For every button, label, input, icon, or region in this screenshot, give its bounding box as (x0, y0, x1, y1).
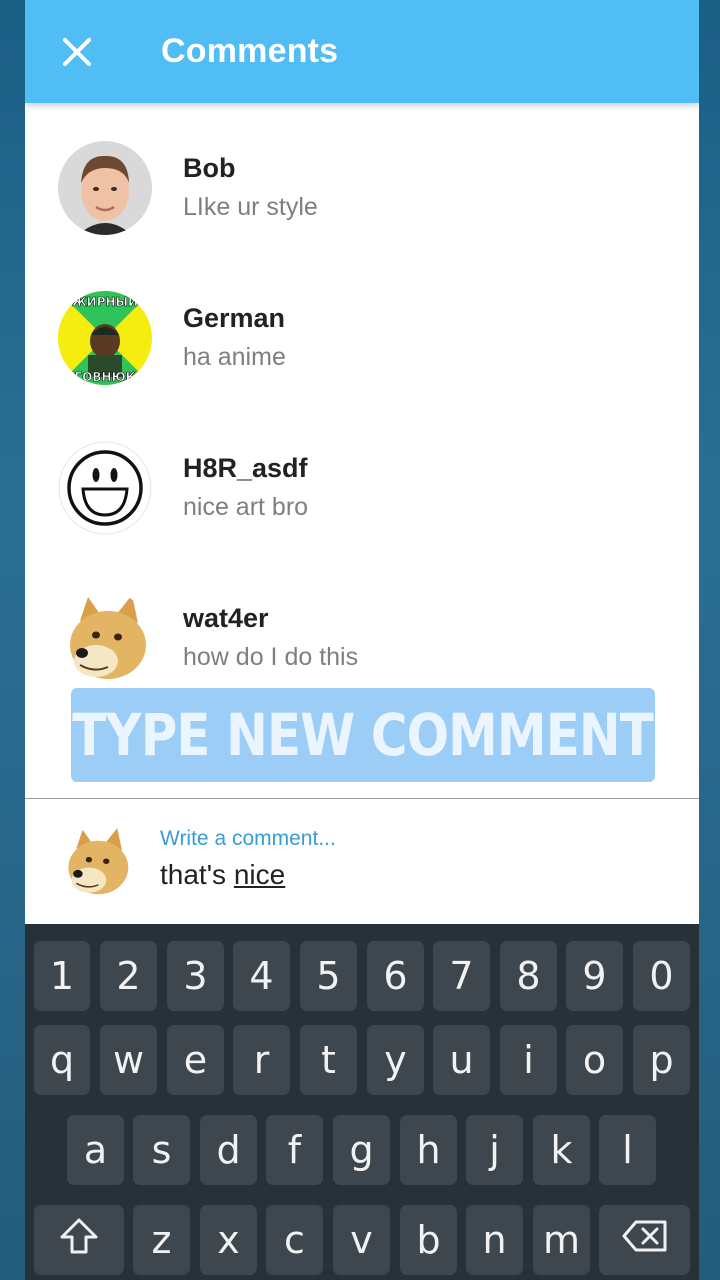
comment-input-text: that's (160, 859, 234, 890)
key-4[interactable]: 4 (233, 941, 290, 1011)
type-new-comment-banner: TYPE NEW COMMENT (71, 688, 655, 782)
app-bar: Comments (25, 0, 699, 103)
shift-icon (59, 1217, 99, 1264)
key-h[interactable]: h (400, 1115, 457, 1185)
key-x[interactable]: x (200, 1205, 257, 1275)
comment-input-current-word: nice (233, 859, 286, 890)
key-o[interactable]: o (566, 1025, 623, 1095)
key-9[interactable]: 9 (566, 941, 623, 1011)
key-e[interactable]: e (167, 1025, 224, 1095)
comment-item[interactable]: H8R_asdf nice art bro (25, 433, 699, 563)
key-u[interactable]: u (433, 1025, 490, 1095)
key-6[interactable]: 6 (367, 941, 424, 1011)
comment-input-placeholder: Write a comment... (160, 827, 336, 850)
key-a[interactable]: a (67, 1115, 124, 1185)
key-n[interactable]: n (466, 1205, 523, 1275)
comment-input[interactable]: that's nice (160, 859, 285, 891)
key-r[interactable]: r (233, 1025, 290, 1095)
key-g[interactable]: g (333, 1115, 390, 1185)
avatar (59, 823, 133, 901)
key-q[interactable]: q (34, 1025, 90, 1095)
avatar-top-text: ЖИРНЫЙ (72, 294, 138, 309)
comment-author: German (183, 303, 286, 333)
key-i[interactable]: i (500, 1025, 557, 1095)
key-v[interactable]: v (333, 1205, 390, 1275)
key-7[interactable]: 7 (433, 941, 490, 1011)
key-y[interactable]: y (367, 1025, 424, 1095)
app-screen: Comments Bob LIke ur style ЖИРНЫЙ ГОВНЮК… (25, 0, 699, 1280)
key-m[interactable]: m (533, 1205, 590, 1275)
comment-composer: Write a comment... that's nice (25, 799, 699, 924)
banner-text: TYPE NEW COMMENT (72, 701, 655, 769)
backspace-key[interactable] (599, 1205, 690, 1275)
key-0[interactable]: 0 (633, 941, 690, 1011)
key-k[interactable]: k (533, 1115, 590, 1185)
avatar[interactable] (58, 141, 152, 235)
key-s[interactable]: s (133, 1115, 190, 1185)
key-5[interactable]: 5 (300, 941, 357, 1011)
comment-author: Bob (183, 153, 236, 183)
key-c[interactable]: c (266, 1205, 323, 1275)
comment-item[interactable]: ЖИРНЫЙ ГОВНЮК German ha anime (25, 283, 699, 413)
key-d[interactable]: d (200, 1115, 257, 1185)
comment-item[interactable]: Bob LIke ur style (25, 133, 699, 263)
comment-text: ha anime (183, 343, 286, 371)
comment-author: H8R_asdf (183, 453, 308, 483)
key-2[interactable]: 2 (100, 941, 157, 1011)
avatar-bottom-text: ГОВНЮК (75, 370, 136, 384)
comment-text: nice art bro (183, 493, 309, 521)
key-t[interactable]: t (300, 1025, 357, 1095)
key-3[interactable]: 3 (167, 941, 224, 1011)
backspace-icon (621, 1218, 669, 1262)
key-l[interactable]: l (599, 1115, 656, 1185)
comment-text: LIke ur style (183, 193, 318, 221)
avatar[interactable]: ЖИРНЫЙ ГОВНЮК (58, 291, 152, 385)
key-f[interactable]: f (266, 1115, 323, 1185)
page-title: Comments (161, 32, 339, 70)
avatar[interactable] (58, 591, 152, 685)
shift-key[interactable] (34, 1205, 124, 1275)
close-icon[interactable] (61, 36, 93, 68)
key-8[interactable]: 8 (500, 941, 557, 1011)
key-z[interactable]: z (133, 1205, 190, 1275)
key-w[interactable]: w (100, 1025, 157, 1095)
keyboard: 1 2 3 4 5 6 7 8 9 0 q w e r t y u i o p … (25, 924, 699, 1280)
comment-text: how do I do this (183, 643, 359, 671)
comment-author: wat4er (183, 603, 269, 633)
key-1[interactable]: 1 (34, 941, 90, 1011)
avatar[interactable] (58, 441, 152, 535)
key-j[interactable]: j (466, 1115, 523, 1185)
key-b[interactable]: b (400, 1205, 457, 1275)
key-p[interactable]: p (633, 1025, 690, 1095)
